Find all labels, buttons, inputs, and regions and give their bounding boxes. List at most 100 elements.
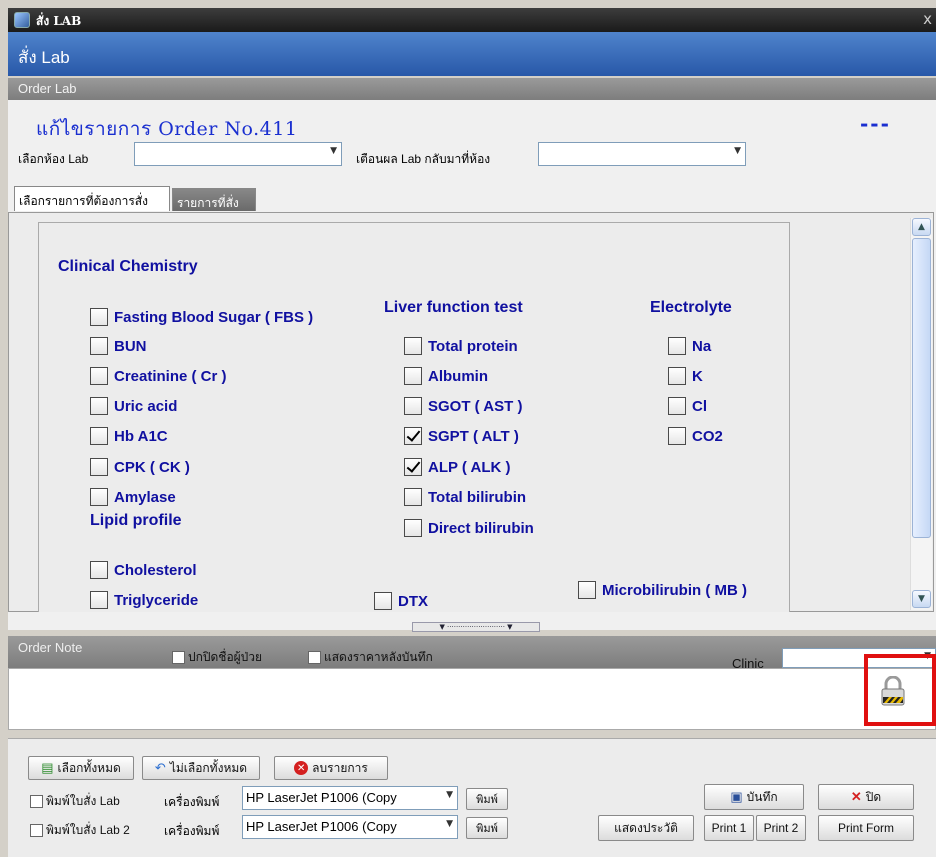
test-na[interactable]: Na: [668, 337, 711, 355]
test-uric-acid[interactable]: Uric acid: [90, 397, 177, 415]
show-price-checkbox[interactable]: แสดงราคาหลังบันทึก: [308, 648, 433, 667]
notify-room-select[interactable]: ▼: [538, 142, 746, 166]
close-button[interactable]: ✕ ปิด: [818, 784, 914, 810]
checkbox[interactable]: [668, 427, 686, 445]
printer-label: เครื่องพิมพ์: [164, 824, 220, 838]
test-label: Microbilirubin ( MB ): [602, 581, 747, 599]
vertical-scrollbar[interactable]: ▲ ▼: [910, 218, 932, 610]
print-button-1[interactable]: พิมพ์: [466, 788, 508, 810]
test-dtx[interactable]: DTX: [374, 592, 428, 610]
button-label: เลือกทั้งหมด: [57, 760, 121, 775]
checkbox[interactable]: [90, 458, 108, 476]
print-lab-checkbox[interactable]: พิมพ์ใบสั่ง Lab: [30, 792, 120, 811]
test-direct-bilirubin[interactable]: Direct bilirubin: [404, 519, 534, 537]
tab-select-items[interactable]: เลือกรายการที่ต้องการสั่ง: [14, 186, 170, 211]
checkbox[interactable]: [668, 337, 686, 355]
lab-items-area: [38, 222, 790, 612]
deselect-all-button[interactable]: ↶ ไม่เลือกทั้งหมด: [142, 756, 260, 780]
test-cl[interactable]: Cl: [668, 397, 707, 415]
checkbox[interactable]: [90, 488, 108, 506]
test-hba1c[interactable]: Hb A1C: [90, 427, 168, 445]
order-note-input[interactable]: [8, 668, 936, 730]
test-cpk[interactable]: CPK ( CK ): [90, 458, 190, 476]
chevron-down-icon: ▼: [734, 146, 741, 156]
printer-label: เครื่องพิมพ์: [164, 795, 220, 809]
scroll-down-icon[interactable]: ▼: [912, 590, 931, 608]
test-label: Amylase: [114, 488, 176, 506]
close-window-icon[interactable]: x: [923, 10, 932, 28]
checkbox[interactable]: [30, 824, 43, 837]
test-total-bilirubin[interactable]: Total bilirubin: [404, 488, 526, 506]
print-lab2-checkbox[interactable]: พิมพ์ใบสั่ง Lab 2: [30, 821, 130, 840]
printer-select-1[interactable]: HP LaserJet P1006 (Copy ▼: [242, 786, 458, 810]
checkbox[interactable]: [404, 519, 422, 537]
test-cholesterol[interactable]: Cholesterol: [90, 561, 197, 579]
test-fbs[interactable]: Fasting Blood Sugar ( FBS ): [90, 308, 313, 326]
checkbox[interactable]: [578, 581, 596, 599]
checkbox-label: แสดงราคาหลังบันทึก: [324, 650, 433, 664]
checkbox-label: พิมพ์ใบสั่ง Lab: [46, 794, 120, 808]
checkbox[interactable]: [90, 591, 108, 609]
checkbox[interactable]: [374, 592, 392, 610]
splitter-handle[interactable]: ▼ ·························· ▼: [412, 622, 540, 632]
print2-button[interactable]: Print 2: [756, 815, 806, 841]
test-label: Direct bilirubin: [428, 519, 534, 537]
test-label: ALP ( ALK ): [428, 458, 511, 476]
checkbox[interactable]: [90, 337, 108, 355]
order-title: แก้ไขรายการ Order No.411: [36, 118, 298, 140]
test-microbilirubin[interactable]: Microbilirubin ( MB ): [578, 581, 747, 599]
test-label: Albumin: [428, 367, 488, 385]
print-form-button[interactable]: Print Form: [818, 815, 914, 841]
scroll-thumb[interactable]: [912, 238, 931, 538]
test-amylase[interactable]: Amylase: [90, 488, 176, 506]
hide-patient-name-checkbox[interactable]: ปกปิดชื่อผู้ป่วย: [172, 648, 262, 667]
test-label: Na: [692, 337, 712, 355]
test-alp[interactable]: ALP ( ALK ): [404, 458, 511, 476]
undo-icon: ↶: [154, 760, 166, 775]
test-k[interactable]: K: [668, 367, 703, 385]
checkbox[interactable]: [90, 397, 108, 415]
test-albumin[interactable]: Albumin: [404, 367, 488, 385]
select-all-button[interactable]: ▤ เลือกทั้งหมด: [28, 756, 134, 780]
history-button[interactable]: แสดงประวัติ: [598, 815, 694, 841]
checkbox[interactable]: [90, 367, 108, 385]
button-label: ไม่เลือกทั้งหมด: [169, 760, 248, 775]
test-triglyceride[interactable]: Triglyceride: [90, 591, 198, 609]
test-label: Triglyceride: [114, 591, 199, 609]
checkbox[interactable]: [90, 308, 108, 326]
lab-room-select[interactable]: ▼: [134, 142, 342, 166]
test-sgpt[interactable]: SGPT ( ALT ): [404, 427, 519, 445]
test-sgot[interactable]: SGOT ( AST ): [404, 397, 522, 415]
checkbox[interactable]: [404, 367, 422, 385]
checkbox[interactable]: [172, 651, 185, 664]
checkbox[interactable]: [668, 397, 686, 415]
section-lipid-profile: Lipid profile: [90, 512, 182, 529]
printer-select-2[interactable]: HP LaserJet P1006 (Copy ▼: [242, 815, 458, 839]
checkbox[interactable]: [404, 488, 422, 506]
print1-button[interactable]: Print 1: [704, 815, 754, 841]
checkbox-checked[interactable]: [404, 427, 422, 445]
test-total-protein[interactable]: Total protein: [404, 337, 518, 355]
checkbox[interactable]: [90, 427, 108, 445]
checkbox[interactable]: [90, 561, 108, 579]
checkbox[interactable]: [404, 337, 422, 355]
checkbox[interactable]: [668, 367, 686, 385]
checkbox[interactable]: [308, 651, 321, 664]
test-co2[interactable]: CO2: [668, 427, 723, 445]
delete-items-button[interactable]: ✕ ลบรายการ: [274, 756, 388, 780]
checkbox-label: พิมพ์ใบสั่ง Lab 2: [46, 823, 130, 837]
save-button[interactable]: ▣ บันทึก: [704, 784, 804, 810]
lock-icon[interactable]: [880, 675, 906, 706]
checkbox[interactable]: [30, 795, 43, 808]
test-label: Total protein: [428, 337, 518, 355]
scroll-up-icon[interactable]: ▲: [912, 218, 931, 236]
test-label: SGPT ( ALT ): [428, 427, 519, 445]
button-label: ปิด: [865, 789, 882, 804]
print-button-2[interactable]: พิมพ์: [466, 817, 508, 839]
test-bun[interactable]: BUN: [90, 337, 147, 355]
checkbox-checked[interactable]: [404, 458, 422, 476]
tab-ordered-items[interactable]: รายการที่สั่ง: [172, 188, 256, 211]
test-creatinine[interactable]: Creatinine ( Cr ): [90, 367, 227, 385]
checkbox[interactable]: [404, 397, 422, 415]
test-label: Hb A1C: [114, 427, 168, 445]
